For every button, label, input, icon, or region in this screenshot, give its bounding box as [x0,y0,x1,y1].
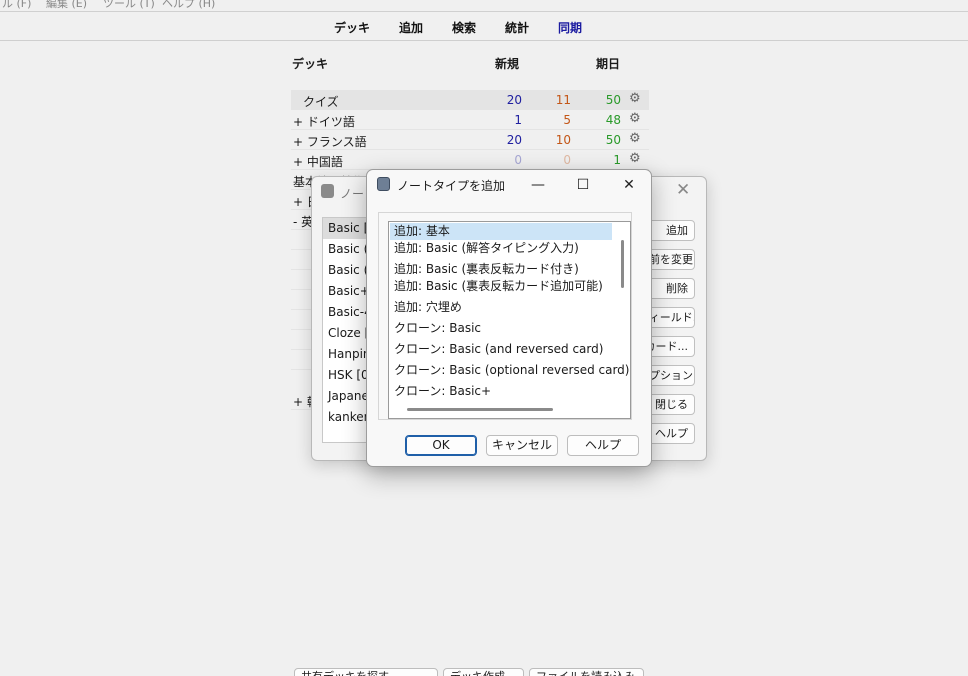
menu-file[interactable]: ル (F) [2,0,31,11]
new-count: 0 [514,153,522,167]
gear-icon[interactable]: ⚙ [629,111,641,126]
learn-count: 11 [555,93,571,107]
nav-stats[interactable]: 統計 [505,19,529,36]
due-count: 48 [605,113,621,127]
nav-add[interactable]: 追加 [399,19,423,36]
cancel-button[interactable]: キャンセル [486,435,558,456]
ok-button[interactable]: OK [405,435,477,456]
menu-help[interactable]: ヘルプ (H) [162,0,215,11]
deck-row[interactable]: + ドイツ語 1 5 48 ⚙ [291,110,649,130]
anki-app-icon [321,184,334,198]
top-toolbar: デッキ 追加 検索 統計 同期 [0,12,968,41]
deck-column-header: デッキ [292,57,329,71]
menu-edit[interactable]: 編集 (E) [46,0,87,11]
due-count: 50 [605,133,621,147]
minimize-icon[interactable]: — [526,174,550,196]
menu-tools[interactable]: ツール (T) [103,0,155,11]
import-file-button[interactable]: ファイルを読み込み [529,668,644,676]
list-item[interactable]: 追加: Basic (裏表反転カード付き) [390,261,612,278]
deck-name[interactable]: + フランス語 [293,133,367,150]
gear-icon[interactable]: ⚙ [629,131,641,146]
list-item[interactable]: クローン: Basic [390,320,612,337]
deck-name[interactable]: + ドイツ語 [293,113,355,130]
due-column-header: 期日 [596,57,621,71]
new-column-header: 新規 [495,57,520,71]
deck-name[interactable]: クイズ [303,93,339,110]
vertical-scrollbar[interactable] [621,240,624,288]
new-count: 20 [506,93,522,107]
learn-count: 0 [563,153,571,167]
horizontal-scrollbar[interactable] [407,408,553,411]
create-deck-button[interactable]: デッキ作成 [443,668,524,676]
anki-app-icon [377,177,390,191]
list-item[interactable]: クローン: Basic (and reversed card) [390,341,612,358]
note-type-options-list[interactable]: 追加: 基本 追加: Basic (解答タイピング入力) 追加: Basic (… [388,221,631,419]
add-note-type-dialog: ノートタイプを追加 — ☐ ✕ 追加: 基本 追加: Basic (解答タイピン… [366,169,652,467]
nav-browse[interactable]: 検索 [452,19,476,36]
close-icon[interactable]: ✕ [676,180,690,200]
list-item[interactable]: 追加: 基本 [390,223,612,240]
list-item[interactable]: 追加: Basic (裏表反転カード追加可能) [390,278,612,295]
help-button[interactable]: ヘルプ [567,435,639,456]
learn-count: 5 [563,113,571,127]
deck-row[interactable]: クイズ 20 11 50 ⚙ [291,90,649,110]
get-shared-button[interactable]: 共有デッキを探す [294,668,438,676]
deck-row[interactable]: + フランス語 20 10 50 ⚙ [291,130,649,150]
list-item[interactable]: クローン: Basic+ [390,383,612,400]
list-item[interactable]: 追加: Basic (解答タイピング入力) [390,240,612,257]
nav-decks[interactable]: デッキ [334,19,370,36]
learn-count: 10 [555,133,571,147]
due-count: 50 [605,93,621,107]
nav-sync[interactable]: 同期 [558,19,582,36]
new-count: 1 [514,113,522,127]
gear-icon[interactable]: ⚙ [629,151,641,166]
menu-bar: ル (F) 編集 (E) ツール (T) ヘルプ (H) [0,0,968,12]
due-count: 1 [613,153,621,167]
new-count: 20 [506,133,522,147]
deck-row[interactable]: + 中国語 0 0 1 ⚙ [291,150,649,170]
maximize-icon[interactable]: ☐ [571,174,595,196]
dialog-title: ノートタイプを追加 [397,179,506,193]
gear-icon[interactable]: ⚙ [629,91,641,106]
close-icon[interactable]: ✕ [617,174,641,196]
list-item[interactable]: クローン: Basic (optional reversed card) [390,362,629,379]
dialog-titlebar[interactable]: ノートタイプを追加 — ☐ ✕ [367,170,651,200]
deck-name[interactable]: + 中国語 [293,153,343,170]
list-item[interactable]: 追加: 穴埋め [390,299,612,316]
